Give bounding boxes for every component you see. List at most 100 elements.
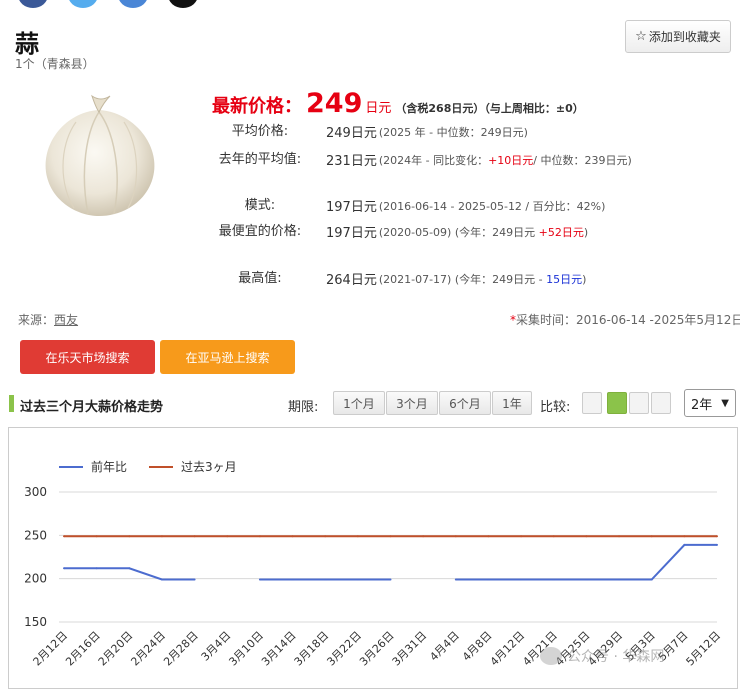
data-point (683, 543, 686, 546)
period-6-months-button[interactable]: 6个月 (439, 391, 491, 415)
data-point (454, 535, 457, 538)
y-tick-label: 300 (24, 485, 47, 499)
price-row-label: 最高值: (238, 270, 282, 286)
data-point (389, 578, 392, 581)
data-point (487, 578, 490, 581)
data-point (291, 535, 294, 538)
range-select-value: 2年 (691, 397, 713, 413)
period-1-year-button[interactable]: 1年 (492, 391, 532, 415)
price-row-cheapest: 最便宜的价格: 197日元 (2020-05-09) (今年：249日元 +52… (212, 222, 732, 242)
period-3-months-button[interactable]: 3个月 (386, 391, 438, 415)
data-point (650, 535, 653, 538)
data-point (291, 578, 294, 581)
x-tick-label: 3月14日 (259, 629, 299, 669)
range-select[interactable]: 2年 ▼ (684, 389, 736, 417)
data-point (324, 535, 327, 538)
data-point (160, 578, 163, 581)
compare-label: 比较: (540, 400, 571, 415)
data-point (160, 535, 163, 538)
y-tick-label: 200 (24, 572, 47, 586)
series-line-0 (64, 543, 717, 581)
data-point (552, 535, 555, 538)
product-subtitle: 1个（青森县） (15, 57, 95, 71)
price-row-note: (2024年 - 同比变化：+10日元/ 中位数：239日元) (378, 153, 632, 167)
compare-toggle-active[interactable] (607, 392, 627, 414)
source-info: 来源：西友 (18, 311, 78, 328)
data-point (226, 535, 229, 538)
price-row-value: 197日元 (326, 200, 377, 215)
price-row-value: 264日元 (326, 273, 377, 288)
x-tick-label: 4月4日 (427, 629, 462, 664)
data-point (716, 535, 718, 538)
data-point (193, 578, 196, 581)
price-row-note: (2016-06-14 - 2025-05-12 / 百分比：42%) (378, 199, 606, 213)
data-point (128, 535, 131, 538)
data-point (487, 535, 490, 538)
data-point (356, 535, 359, 538)
social-share-bar (18, 0, 198, 8)
x-tick-label: 5月12日 (684, 629, 724, 669)
collection-period: *采集时间：2016-06-14 -2025年5月12日 (510, 313, 740, 327)
price-row-note: (2025 年 - 中位数：249日元) (378, 125, 528, 139)
data-point (585, 535, 588, 538)
period-1-month-button[interactable]: 1个月 (333, 391, 385, 415)
x-tick-label: 2月12日 (31, 629, 71, 669)
data-point (520, 535, 523, 538)
latest-price-unit: 日元 (365, 101, 392, 116)
x-tick-label: 2月28日 (161, 629, 201, 669)
x-tick-label: 3月22日 (324, 629, 364, 669)
price-row-value: 249日元 (326, 126, 377, 141)
price-row-value: 231日元 (326, 154, 377, 169)
data-point (520, 578, 523, 581)
facebook-share-icon[interactable] (18, 0, 48, 8)
data-point (552, 578, 555, 581)
source-label: 来源： (18, 313, 55, 327)
price-row-last-year: 去年的平均值: 231日元 (2024年 - 同比变化：+10日元/ 中位数：2… (212, 150, 732, 170)
x-share-icon[interactable] (168, 0, 198, 8)
price-row-note: (2021-07-17) (今年：249日元 - 15日元) (378, 272, 587, 286)
page-title: 蒜 (15, 30, 39, 58)
data-point (422, 535, 425, 538)
garlic-image (45, 94, 155, 216)
star-icon: ☆ (635, 29, 647, 44)
data-point (95, 535, 98, 538)
compare-toggle[interactable] (629, 392, 649, 414)
compare-toggle[interactable] (651, 392, 671, 414)
latest-price-note: （含税268日元）（与上周相比：±0） (395, 102, 584, 115)
x-tick-label: 4月12日 (488, 629, 528, 669)
data-point (95, 567, 98, 570)
add-favorite-label: 添加到收藏夹 (648, 30, 721, 44)
x-tick-label: 3月26日 (357, 629, 397, 669)
latest-price-label: 最新价格： (212, 96, 302, 117)
rakuten-search-button[interactable]: 在乐天市场搜索 (20, 340, 155, 374)
latest-price: 最新价格： 249 日元 （含税268日元）（与上周相比：±0） (212, 88, 584, 119)
section-marker (9, 395, 14, 412)
price-row-label: 平均价格: (231, 123, 289, 139)
trend-section-title: 过去三个月大蒜价格走势 (20, 400, 164, 415)
data-point (650, 578, 653, 581)
data-point (716, 543, 718, 546)
source-link[interactable]: 西友 (54, 313, 78, 327)
twitter-share-icon[interactable] (68, 0, 98, 8)
x-tick-label: 2月16日 (63, 629, 103, 669)
add-favorite-button[interactable]: ☆ 添加到收藏夹 (625, 20, 731, 53)
watermark: 公众号 · 华森网 (540, 646, 664, 666)
x-tick-label: 3月18日 (292, 629, 332, 669)
y-tick-label: 250 (24, 528, 47, 542)
x-tick-label: 2月24日 (128, 629, 168, 669)
price-row-average: 平均价格: 249日元 (2025 年 - 中位数：249日元) (212, 122, 732, 142)
data-point (683, 535, 686, 538)
period-label: 期限: (288, 400, 319, 415)
data-point (193, 535, 196, 538)
price-row-label: 去年的平均值: (218, 151, 302, 167)
data-point (389, 535, 392, 538)
line-share-icon[interactable] (118, 0, 148, 8)
latest-price-value: 249 (306, 88, 363, 119)
x-tick-label: 3月10日 (226, 629, 266, 669)
price-row-mode: 模式: 197日元 (2016-06-14 - 2025-05-12 / 百分比… (212, 196, 732, 216)
x-tick-label: 2月20日 (96, 629, 136, 669)
data-point (258, 578, 261, 581)
data-point (324, 578, 327, 581)
amazon-search-button[interactable]: 在亚马逊上搜索 (160, 340, 295, 374)
compare-toggle[interactable] (582, 392, 602, 414)
